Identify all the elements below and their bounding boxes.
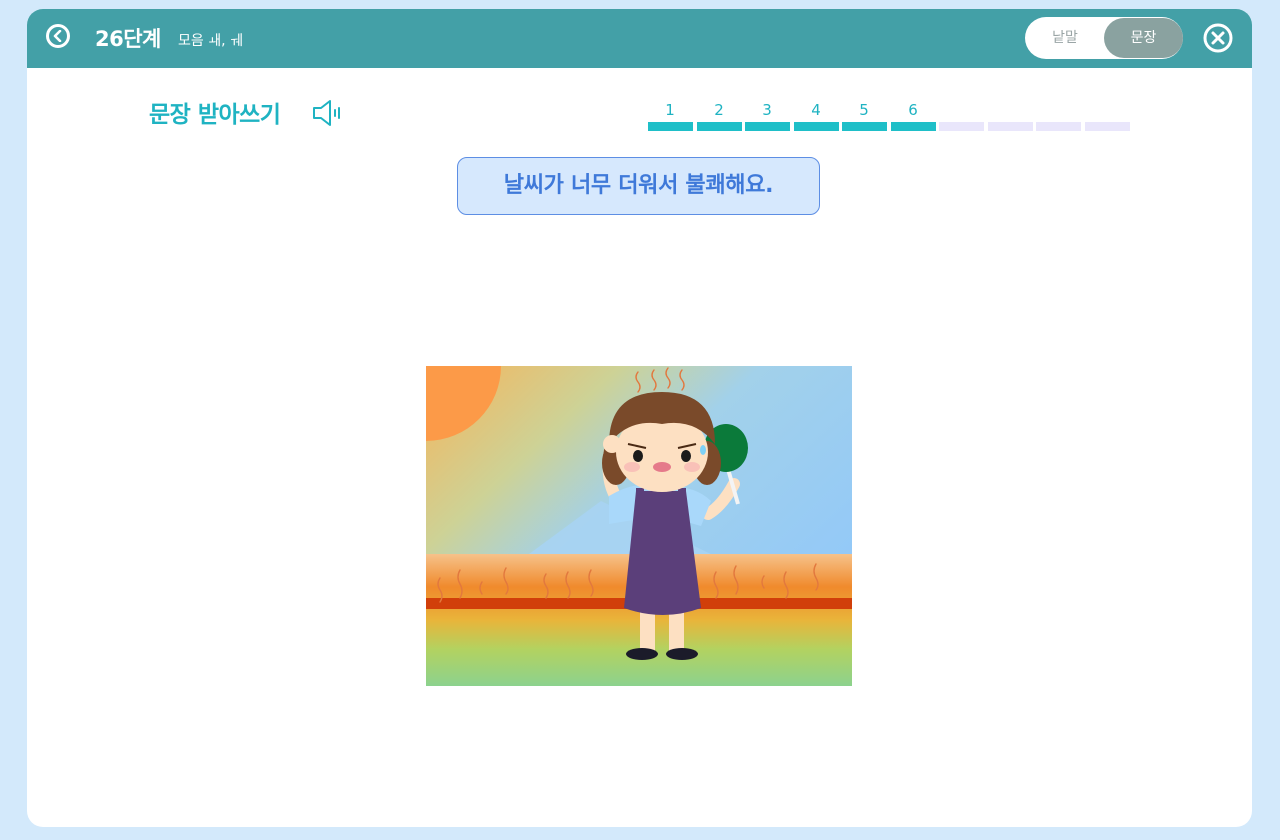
progress-step: 5 [842,99,887,131]
progress-step [988,99,1033,131]
speaker-button[interactable] [311,99,343,127]
level-title: 26단계 [95,27,161,51]
close-button[interactable] [1203,23,1233,53]
mode-toggle[interactable]: 낱말 문장 [1025,17,1183,59]
sentence-prompt: 날씨가 너무 더워서 불쾌해요. [457,157,820,215]
progress-step: 4 [794,99,839,131]
progress-steps: 1 2 3 4 5 6 [648,99,1131,133]
header-bar: 26단계 모음 ㅙ, ㅞ 낱말 문장 [27,9,1252,68]
progress-step [939,99,984,131]
activity-title: 문장 받아쓰기 [149,102,281,128]
level-subtitle: 모음 ㅙ, ㅞ [178,33,243,49]
progress-step: 3 [745,99,790,131]
progress-step: 2 [697,99,742,131]
hot-day-illustration [351,291,852,686]
back-button[interactable] [46,24,70,48]
progress-step: 1 [648,99,693,131]
chevron-left-icon [53,30,62,42]
close-icon [1203,23,1233,53]
progress-step [1085,99,1130,131]
progress-step [1036,99,1081,131]
speaker-icon [313,100,340,126]
mode-word-option[interactable]: 낱말 [1025,17,1105,59]
progress-step: 6 [891,99,936,131]
mode-sentence-option[interactable]: 문장 [1104,18,1183,58]
lesson-card: 26단계 모음 ㅙ, ㅞ 낱말 문장 문장 받아쓰기 1 2 3 4 5 6 날… [27,9,1252,827]
